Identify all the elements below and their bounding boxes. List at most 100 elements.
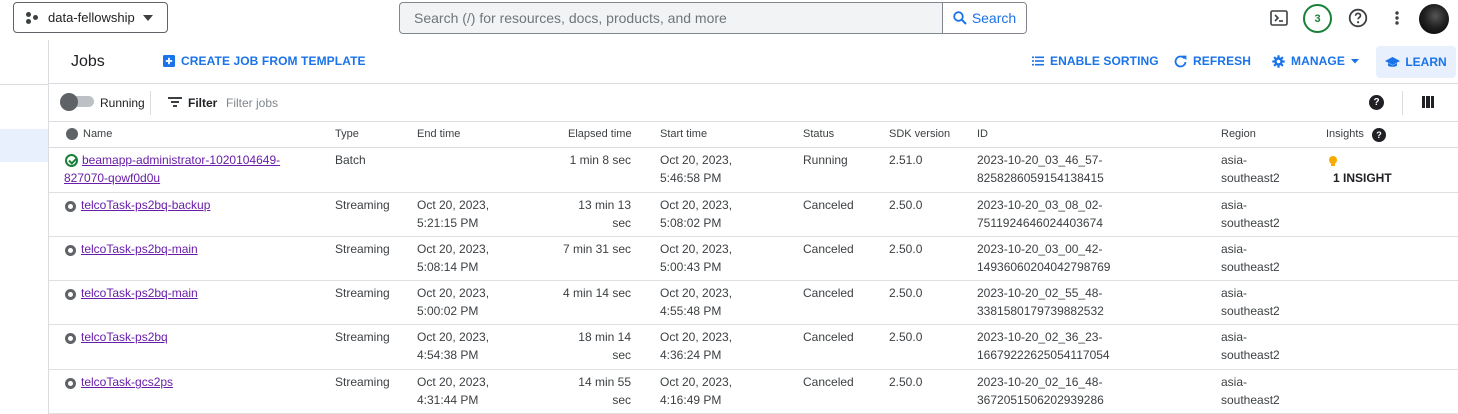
filter-label: Filter	[188, 96, 218, 110]
job-name-link[interactable]: telcoTask-ps2bq-backup	[81, 196, 210, 214]
job-name-link[interactable]: beamapp-administrator-1020104649- 827070-…	[64, 151, 280, 187]
job-status: Canceled	[803, 330, 854, 344]
job-region: asia-southeast2	[1221, 151, 1280, 187]
col-id[interactable]: ID	[977, 128, 988, 140]
job-name-line-1[interactable]: telcoTask-ps2bq-main	[81, 286, 198, 300]
end-date: Oct 20, 2023,	[417, 330, 490, 344]
insight-link[interactable]: 1 INSIGHT	[1333, 169, 1392, 187]
end-clock: 4:54:38 PM	[417, 348, 479, 362]
end-date: Oct 20, 2023,	[417, 375, 490, 389]
id-line-1: 2023-10-20_03_46_57-	[977, 153, 1103, 167]
search-input[interactable]	[400, 3, 942, 33]
refresh-button[interactable]: REFRESH	[1174, 54, 1251, 68]
enable-sorting-label: ENABLE SORTING	[1050, 54, 1159, 68]
col-region[interactable]: Region	[1221, 128, 1256, 140]
refresh-icon	[1174, 55, 1187, 67]
job-name-line-2[interactable]: 827070-qowf0d0u	[64, 169, 160, 187]
region-line-1: asia-	[1221, 286, 1248, 300]
start-date: Oct 20, 2023,	[660, 375, 733, 389]
elapsed-line-1: 18 min 14	[578, 330, 631, 344]
job-elapsed-time: 1 min 8 sec	[570, 151, 631, 169]
job-start-time: Oct 20, 2023, 4:16:49 PM	[660, 373, 732, 409]
id-line-1: 2023-10-20_03_00_42-	[977, 242, 1103, 256]
region-line-1: asia-	[1221, 242, 1248, 256]
job-name-line-1[interactable]: telcoTask-ps2bq-main	[81, 242, 198, 256]
project-icon	[26, 11, 40, 24]
table-help-icon[interactable]: ?	[1369, 95, 1384, 110]
id-line-1: 2023-10-20_02_16_48-	[977, 375, 1103, 389]
job-end-time: Oct 20, 2023, 4:31:44 PM	[417, 373, 489, 409]
toggle-knob	[60, 93, 78, 111]
end-clock: 5:08:14 PM	[417, 260, 479, 274]
job-end-time: Oct 20, 2023, 4:54:38 PM	[417, 328, 489, 364]
job-status: Running	[803, 153, 848, 167]
col-elapsed-time[interactable]: Elapsed time	[568, 128, 632, 140]
stopped-status-icon	[65, 201, 76, 212]
job-name-line-1[interactable]: beamapp-administrator-1020104649-	[82, 153, 280, 167]
job-name-line-1[interactable]: telcoTask-gcs2ps	[81, 375, 173, 389]
end-clock: 4:31:44 PM	[417, 393, 479, 407]
job-end-time: Oct 20, 2023, 5:21:15 PM	[417, 196, 489, 232]
notifications-badge[interactable]: 3	[1303, 4, 1332, 33]
col-insights[interactable]: Insights	[1326, 128, 1364, 140]
create-job-label: CREATE JOB FROM TEMPLATE	[181, 54, 366, 68]
status-header-icon	[66, 128, 78, 140]
id-line-2: 8258286059154138415	[977, 171, 1104, 185]
project-name: data-fellowship	[48, 10, 135, 25]
col-status[interactable]: Status	[803, 128, 834, 140]
table-row[interactable]: telcoTask-ps2bq-backup Streaming Oct 20, 2…	[49, 193, 1458, 237]
job-name-link[interactable]: telcoTask-ps2bq-main	[81, 284, 198, 302]
filter-icon[interactable]	[168, 97, 182, 107]
learn-button[interactable]: LEARN	[1376, 46, 1456, 78]
col-sdk-version[interactable]: SDK version	[889, 128, 950, 140]
region-line-2: southeast2	[1221, 260, 1280, 274]
table-row[interactable]: telcoTask-gcs2ps Streaming Oct 20, 2023, 4:…	[49, 370, 1458, 414]
help-button[interactable]	[1345, 5, 1371, 31]
enable-sorting-button[interactable]: ENABLE SORTING	[1032, 54, 1159, 68]
search-bar: Search	[399, 2, 1027, 34]
avatar[interactable]	[1419, 4, 1449, 34]
col-type[interactable]: Type	[335, 128, 359, 140]
project-picker[interactable]: data-fellowship	[13, 2, 168, 33]
search-button[interactable]: Search	[942, 3, 1026, 33]
job-name-line-1[interactable]: telcoTask-ps2bq	[81, 330, 168, 344]
manage-button[interactable]: MANAGE	[1272, 54, 1359, 68]
start-clock: 4:55:48 PM	[660, 304, 722, 318]
id-line-1: 2023-10-20_03_08_02-	[977, 198, 1103, 212]
lightbulb-icon	[1329, 156, 1337, 166]
col-end-time[interactable]: End time	[417, 128, 460, 140]
search-button-label: Search	[971, 10, 1017, 26]
nav-item-selected[interactable]	[0, 129, 48, 162]
table-row[interactable]: telcoTask-ps2bq-main Streaming Oct 20, 202…	[49, 237, 1458, 281]
col-name[interactable]: Name	[83, 128, 112, 140]
job-sdk-version: 2.50.0	[889, 375, 923, 389]
job-end-time: Oct 20, 2023, 5:00:02 PM	[417, 284, 489, 320]
start-clock: 4:36:24 PM	[660, 348, 722, 362]
dropdown-arrow-icon	[1350, 58, 1359, 63]
job-elapsed-time: 13 min 13 sec	[578, 196, 631, 232]
job-name-link[interactable]: telcoTask-gcs2ps	[81, 373, 173, 391]
job-status: Canceled	[803, 242, 854, 256]
job-start-time: Oct 20, 2023, 5:08:02 PM	[660, 196, 732, 232]
stopped-status-icon	[65, 289, 76, 300]
table-row[interactable]: telcoTask-ps2bq-main Streaming Oct 20, 202…	[49, 281, 1458, 325]
running-toggle[interactable]	[60, 93, 94, 111]
more-options-button[interactable]	[1384, 5, 1410, 31]
create-job-button[interactable]: CREATE JOB FROM TEMPLATE	[163, 54, 366, 68]
insights-help-icon[interactable]: ?	[1372, 128, 1386, 142]
job-status: Canceled	[803, 286, 854, 300]
table-row[interactable]: beamapp-administrator-1020104649- 827070-…	[49, 148, 1458, 193]
job-name-link[interactable]: telcoTask-ps2bq-main	[81, 240, 198, 258]
job-name-line-1[interactable]: telcoTask-ps2bq-backup	[81, 198, 210, 212]
id-line-2: 7511924646024403674	[977, 216, 1103, 230]
region-line-1: asia-	[1221, 153, 1248, 167]
filter-input[interactable]	[226, 93, 526, 113]
table-row[interactable]: telcoTask-ps2bq Streaming Oct 20, 2023, 4:5…	[49, 325, 1458, 370]
column-display-icon[interactable]	[1422, 96, 1434, 108]
job-status: Canceled	[803, 375, 854, 389]
cloud-shell-button[interactable]	[1266, 5, 1292, 31]
elapsed-line-1: 7 min 31 sec	[562, 242, 631, 256]
id-line-2: 3672051506202939286	[977, 393, 1104, 407]
col-start-time[interactable]: Start time	[660, 128, 707, 140]
job-name-link[interactable]: telcoTask-ps2bq	[81, 328, 168, 346]
